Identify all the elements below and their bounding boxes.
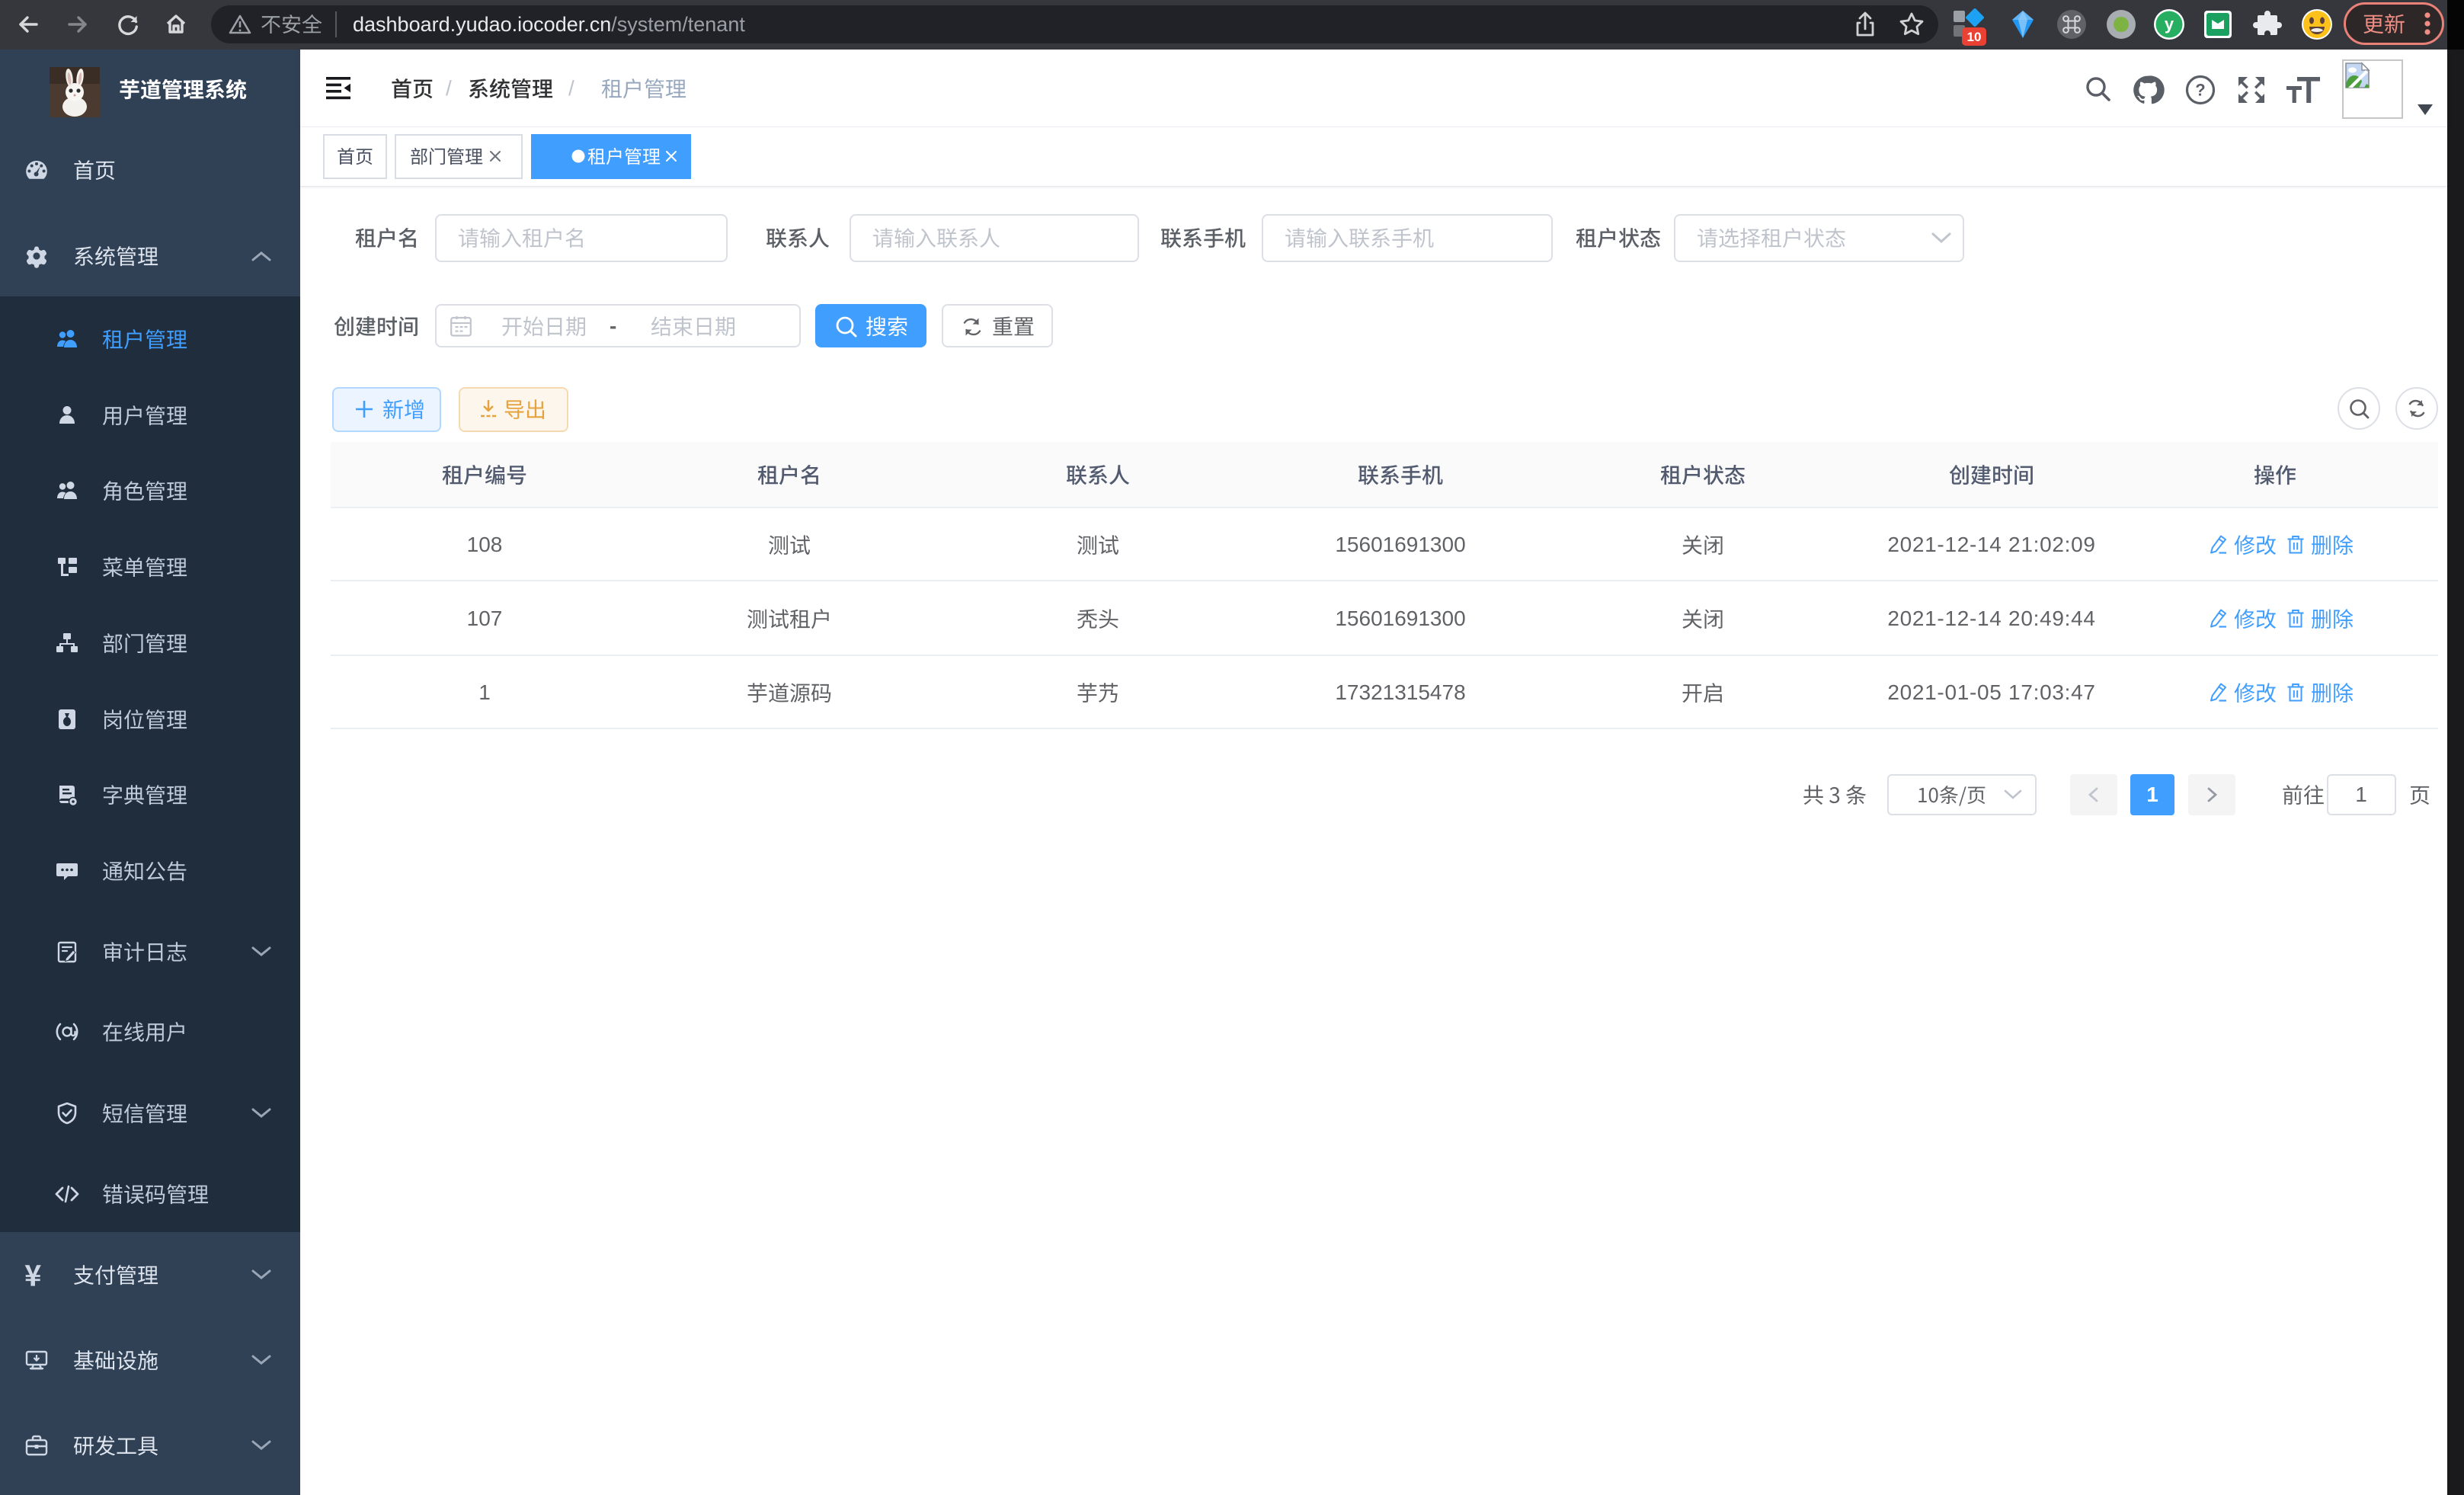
svg-text:10: 10: [1967, 30, 1982, 44]
svg-text:y: y: [2165, 14, 2174, 34]
svg-text:?: ?: [2195, 81, 2205, 100]
